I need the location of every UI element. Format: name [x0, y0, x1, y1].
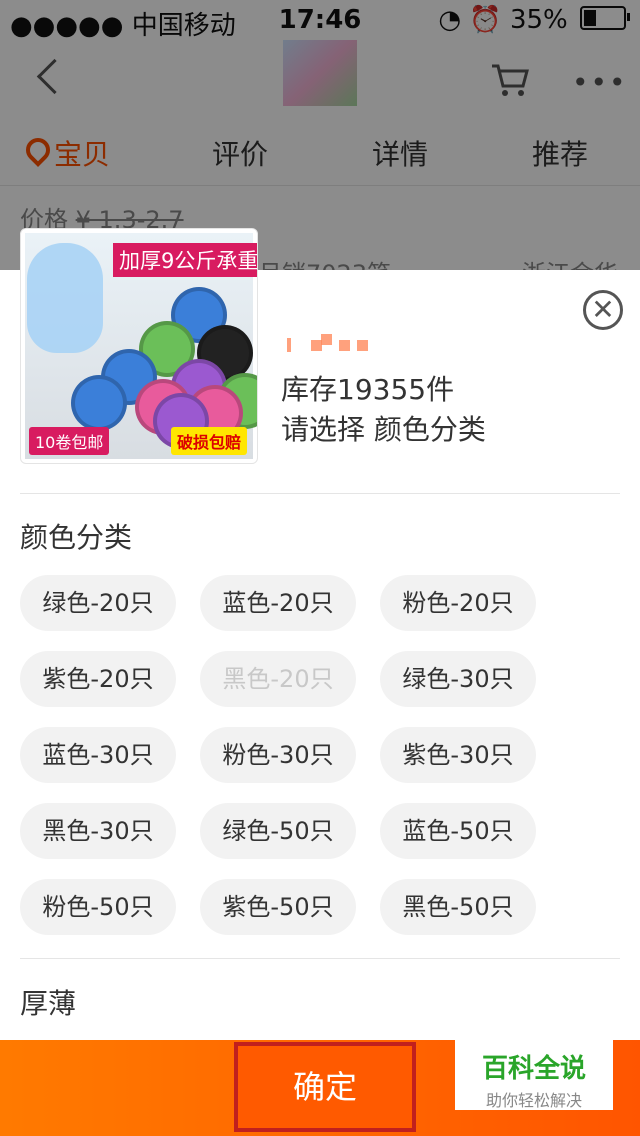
option-chip[interactable]: 蓝色-30只 — [20, 727, 176, 783]
option-chip[interactable]: 粉色-50只 — [20, 879, 176, 935]
promo-banner: 加厚9公斤承重 — [113, 243, 257, 277]
close-icon[interactable]: ✕ — [583, 290, 623, 330]
color-section-title: 颜色分类 — [20, 521, 133, 554]
product-image: 加厚9公斤承重 10卷包邮 破损包赔 — [20, 228, 258, 464]
watermark-subtitle: 助你轻松解决 — [485, 1091, 582, 1110]
thickness-section-title: 厚薄 — [20, 987, 77, 1020]
watermark-logo: 百科全说 助你轻松解决 — [455, 1040, 613, 1110]
option-chip-disabled: 黑色-20只 — [200, 651, 356, 707]
trash-bag-image — [27, 243, 103, 353]
divider — [20, 493, 620, 494]
option-chip[interactable]: 绿色-50只 — [200, 803, 356, 859]
option-chip[interactable]: 粉色-20只 — [380, 575, 536, 631]
promo-tag: 10卷包邮 — [29, 427, 110, 455]
option-chip[interactable]: 绿色-30只 — [380, 651, 536, 707]
option-chip[interactable]: 紫色-20只 — [20, 651, 176, 707]
option-chip[interactable]: 粉色-30只 — [200, 727, 356, 783]
option-chip[interactable]: 紫色-50只 — [200, 879, 356, 935]
option-chip[interactable]: 紫色-30只 — [380, 727, 536, 783]
confirm-button[interactable]: 确定 — [234, 1042, 416, 1132]
stock-count: 库存19355件 — [281, 373, 455, 406]
promo-tag: 破损包赔 — [171, 427, 248, 455]
option-chip[interactable]: 黑色-50只 — [380, 879, 536, 935]
option-chip[interactable]: 黑色-30只 — [20, 803, 176, 859]
watermark-title: 百科全说 — [481, 1054, 586, 1084]
option-chip[interactable]: 蓝色-50只 — [380, 803, 536, 859]
option-chip[interactable]: 蓝色-20只 — [200, 575, 356, 631]
choose-hint: 请选择 颜色分类 — [281, 413, 486, 446]
divider — [20, 958, 620, 959]
price-placeholder — [287, 332, 387, 354]
option-chip[interactable]: 绿色-20只 — [20, 575, 176, 631]
